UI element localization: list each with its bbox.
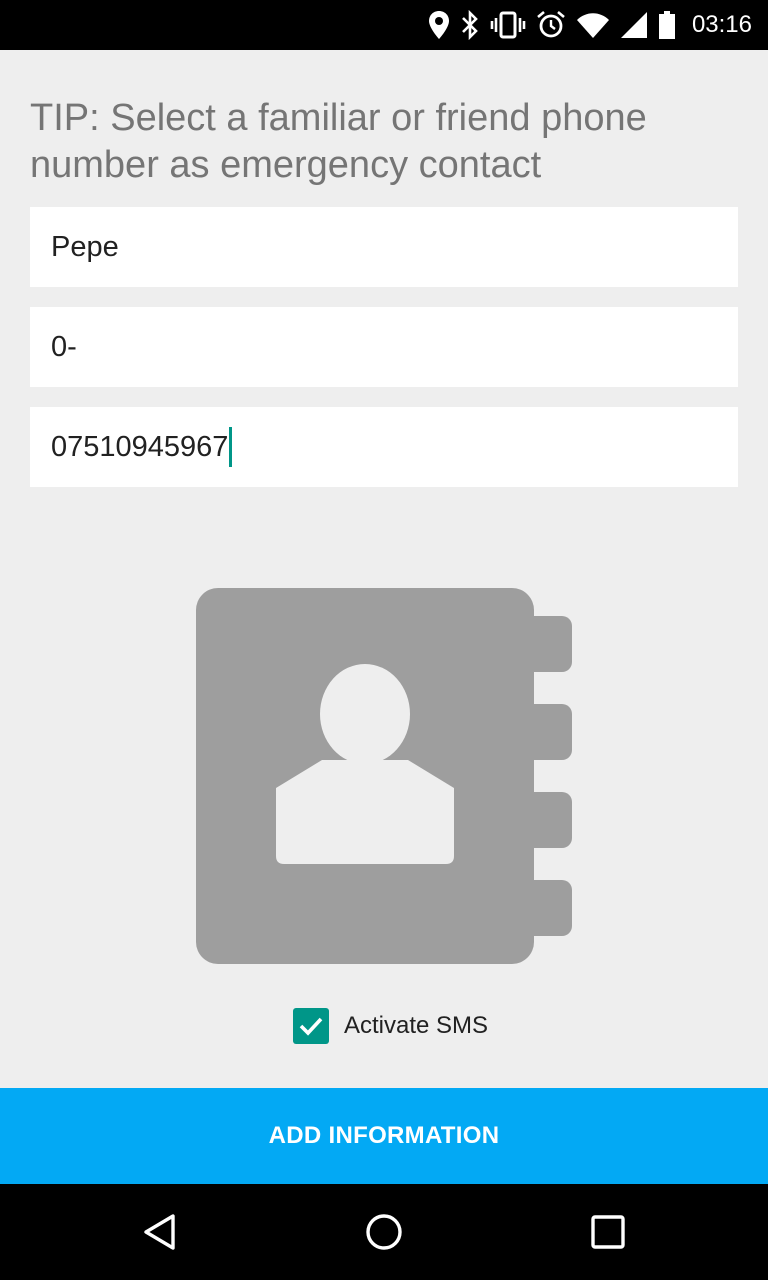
contact-name-value: Pepe <box>51 230 119 263</box>
phone-prefix-value: 0- <box>51 330 77 363</box>
status-time: 03:16 <box>691 11 752 38</box>
phone-prefix-field[interactable]: 0- <box>30 307 738 387</box>
wifi-icon <box>576 11 610 39</box>
status-bar: 03:16 <box>0 0 768 50</box>
activate-sms-row[interactable]: Activate SMS <box>293 1008 488 1044</box>
battery-icon <box>658 10 676 40</box>
navigation-bar <box>0 1184 768 1280</box>
status-icons: 03:16 <box>428 0 752 50</box>
contact-book-icon[interactable] <box>196 588 572 969</box>
location-icon <box>428 10 450 40</box>
phone-number-field[interactable]: 07510945967 <box>30 407 738 487</box>
bluetooth-icon <box>460 10 480 40</box>
phone-number-value: 07510945967 <box>51 430 229 463</box>
vibrate-icon <box>490 10 526 40</box>
text-cursor <box>229 427 233 467</box>
back-icon[interactable] <box>112 1184 208 1280</box>
home-icon[interactable] <box>336 1184 432 1280</box>
recents-icon[interactable] <box>560 1184 656 1280</box>
activate-sms-label: Activate SMS <box>344 1012 489 1039</box>
tip-text: TIP: Select a familiar or friend phone n… <box>30 97 647 186</box>
alarm-icon <box>536 10 566 40</box>
contact-name-field[interactable]: Pepe <box>30 207 738 287</box>
signal-icon <box>620 11 648 39</box>
check-icon <box>299 1017 323 1036</box>
add-information-button[interactable]: ADD INFORMATION <box>0 1088 768 1184</box>
activate-sms-checkbox[interactable] <box>293 1008 329 1044</box>
